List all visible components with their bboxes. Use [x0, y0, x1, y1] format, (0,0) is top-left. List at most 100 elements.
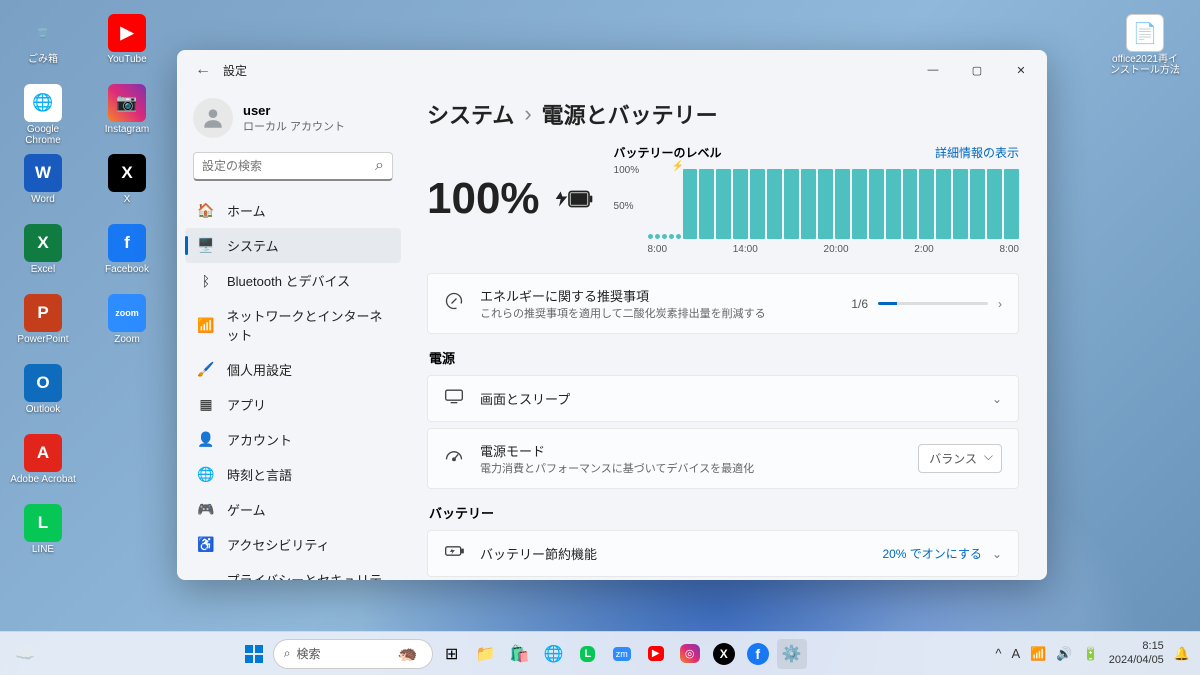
power-mode-card[interactable]: 電源モード 電力消費とパフォーマンスに基づいてデバイスを最適化 バランス — [427, 428, 1019, 489]
close-button[interactable]: ✕ — [999, 54, 1043, 86]
taskbar-app-line[interactable]: L — [573, 639, 603, 669]
taskbar-app-x[interactable]: X — [709, 639, 739, 669]
settings-window: ← 設定 — ▢ ✕ user ローカル アカウント ⌕ 🏠ホーム🖥️システムᛒ… — [177, 50, 1047, 580]
desktop-icon-label: Instagram — [105, 124, 149, 135]
card-title: バッテリー節約機能 — [480, 544, 868, 563]
taskbar-search[interactable]: ⌕ 検索 🦔 — [273, 639, 433, 669]
sidebar-item-個人用設定[interactable]: 🖌️個人用設定 — [185, 352, 401, 387]
y-tick-100: 100% — [614, 165, 640, 176]
desktop-icon[interactable]: 🗑️ごみ箱 — [8, 10, 78, 78]
wifi-icon[interactable]: 📶 — [1030, 646, 1046, 662]
taskbar-app-chrome[interactable]: 🌐 — [539, 639, 569, 669]
chart-title: バッテリーのレベル — [614, 144, 722, 161]
chart-bar — [869, 169, 884, 239]
nav-icon: 🌐 — [197, 466, 215, 484]
desktop-icon[interactable]: 📷Instagram — [92, 80, 162, 148]
sidebar-item-プライバシーとセキュリティ[interactable]: 🛡️プライバシーとセキュリティ — [185, 562, 401, 580]
maximize-button[interactable]: ▢ — [955, 54, 999, 86]
window-title: 設定 — [223, 62, 247, 79]
desktop-icon[interactable]: XX — [92, 150, 162, 218]
nav-icon: 🏠 — [197, 202, 215, 220]
sidebar-item-ネットワークとインターネット[interactable]: 📶 ネットワークとインターネット — [185, 298, 401, 352]
app-icon: zoom — [108, 294, 146, 332]
sidebar-item-アプリ[interactable]: ▦アプリ — [185, 387, 401, 422]
notifications-button[interactable]: 🔔 — [1174, 646, 1190, 662]
desktop-icon[interactable]: WWord — [8, 150, 78, 218]
desktop-icon-label: Adobe Acrobat — [10, 474, 76, 485]
desktop-icon[interactable]: XExcel — [8, 220, 78, 288]
settings-search[interactable]: ⌕ — [193, 152, 393, 181]
breadcrumb-separator: › — [524, 101, 531, 127]
taskbar-app-store[interactable]: 🛍️ — [505, 639, 535, 669]
taskbar-app-instagram[interactable]: ◎ — [675, 639, 705, 669]
taskbar-app-facebook[interactable]: f — [743, 639, 773, 669]
desktop-icon-label: Google Chrome — [8, 124, 78, 146]
desktop-icon[interactable]: OOutlook — [8, 360, 78, 428]
app-icon: ▶ — [108, 14, 146, 52]
desktop-icon[interactable]: AAdobe Acrobat — [8, 430, 78, 498]
sidebar-item-アカウント[interactable]: 👤アカウント — [185, 422, 401, 457]
section-battery-heading: バッテリー — [429, 503, 1019, 522]
desktop-icon[interactable]: ▶YouTube — [92, 10, 162, 78]
battery-icon — [554, 188, 594, 210]
section-power-heading: 電源 — [429, 348, 1019, 367]
start-button[interactable] — [239, 639, 269, 669]
volume-icon[interactable]: 🔊 — [1056, 646, 1072, 662]
taskbar-app-youtube[interactable]: ▶ — [641, 639, 671, 669]
battery-percentage: 100% — [427, 174, 540, 224]
energy-recommendations-card[interactable]: エネルギーに関する推奨事項 これらの推奨事項を適用して二酸化炭素排出量を削減する… — [427, 273, 1019, 334]
ime-indicator[interactable]: A — [1012, 646, 1021, 661]
sidebar-item-アクセシビリティ[interactable]: ♿アクセシビリティ — [185, 527, 401, 562]
desktop-icon-label: ごみ箱 — [28, 54, 58, 65]
sidebar-item-時刻と言語[interactable]: 🌐 時刻と言語 — [185, 457, 401, 492]
search-icon: ⌕ — [375, 157, 384, 175]
chart-bar — [716, 169, 731, 239]
tray-overflow-button[interactable]: ^ — [995, 646, 1001, 661]
desktop-icon-office-reinstall[interactable]: 📄 office2021再インストール方法 — [1110, 10, 1180, 78]
battery-tray-icon[interactable]: 🔋 — [1083, 646, 1099, 662]
search-input[interactable] — [202, 159, 375, 173]
task-view-button[interactable]: ⊞ — [437, 639, 467, 669]
taskbar-app-zoom[interactable]: zm — [607, 639, 637, 669]
minimize-button[interactable]: — — [911, 54, 955, 86]
taskbar-app-explorer[interactable]: 📁 — [471, 639, 501, 669]
search-graphic-icon: 🦔 — [398, 644, 418, 664]
screen-sleep-card[interactable]: 画面とスリープ ⌄ — [427, 375, 1019, 422]
chart-bar — [919, 169, 934, 239]
battery-saver-threshold: 20% でオンにする — [882, 545, 981, 562]
back-button[interactable]: ← — [189, 61, 217, 79]
desktop-icons-right: 📄 office2021再インストール方法 — [1110, 10, 1180, 78]
taskbar-app-settings[interactable]: ⚙️ — [777, 639, 807, 669]
nav-icon: 🎮 — [197, 501, 215, 519]
card-title: 電源モード — [480, 441, 904, 460]
chart-bar — [676, 234, 681, 239]
sidebar-item-Bluetooth とデバイス[interactable]: ᛒBluetooth とデバイス — [185, 263, 401, 298]
chart-bar — [886, 169, 901, 239]
sidebar-item-ゲーム[interactable]: 🎮 ゲーム — [185, 492, 401, 527]
chart-bar — [818, 169, 833, 239]
desktop-icon[interactable]: fFacebook — [92, 220, 162, 288]
nav-icon: 📶 — [197, 316, 214, 334]
weather-widget[interactable]: ☁️ — [10, 639, 40, 669]
power-mode-select[interactable]: バランス — [918, 444, 1002, 473]
sidebar-item-システム[interactable]: 🖥️システム — [185, 228, 401, 263]
card-title: 画面とスリープ — [480, 389, 978, 408]
nav-label: ゲーム — [227, 500, 266, 519]
nav-label: 時刻と言語 — [227, 465, 292, 484]
user-account-row[interactable]: user ローカル アカウント — [185, 90, 401, 152]
sidebar-item-ホーム[interactable]: 🏠ホーム — [185, 193, 401, 228]
desktop-icon[interactable]: zoomZoom — [92, 290, 162, 358]
chart-bar — [648, 234, 653, 239]
battery-saver-card[interactable]: バッテリー節約機能 20% でオンにする ⌄ — [427, 530, 1019, 577]
nav-label: ネットワークとインターネット — [226, 306, 389, 344]
desktop-icon[interactable]: PPowerPoint — [8, 290, 78, 358]
chevron-right-icon: › — [998, 297, 1002, 311]
desktop-icon[interactable]: 🌐Google Chrome — [8, 80, 78, 148]
chevron-down-icon: ⌄ — [992, 547, 1002, 561]
desktop-icon[interactable]: LLINE — [8, 500, 78, 568]
taskbar-clock[interactable]: 8:15 2024/04/05 — [1109, 640, 1164, 666]
app-icon: P — [24, 294, 62, 332]
energy-progress-count: 1/6 — [851, 297, 868, 311]
breadcrumb-parent[interactable]: システム — [427, 98, 514, 130]
chart-detail-link[interactable]: 詳細情報の表示 — [935, 144, 1019, 161]
